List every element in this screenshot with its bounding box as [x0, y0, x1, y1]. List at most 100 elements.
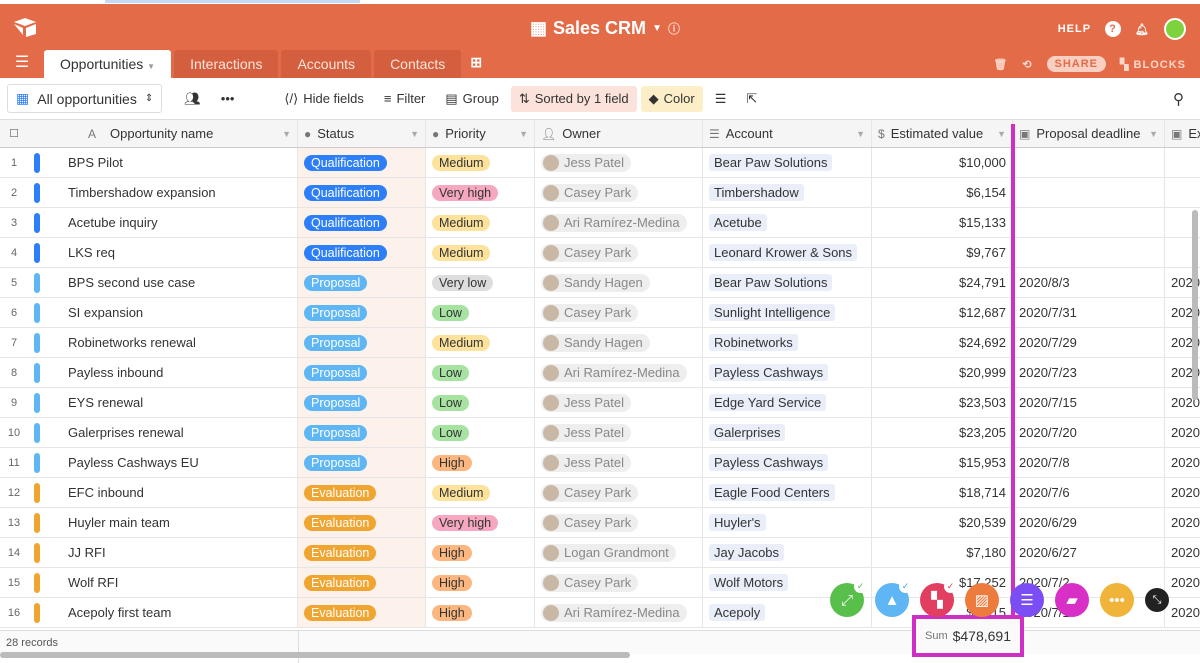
column-header-proposal-deadline[interactable]: ▣ Proposal deadline ▼ [1013, 120, 1165, 147]
table-row[interactable]: 2 Timbershadow expansion Qualification V… [0, 178, 1200, 208]
search-icon[interactable]: ⚲ [1173, 90, 1184, 108]
owner-cell[interactable]: Ari Ramírez-Medina [535, 598, 703, 627]
account-cell[interactable]: Acetube [703, 208, 872, 237]
value-cell[interactable]: $12,687 [872, 298, 1013, 327]
tab-accounts[interactable]: Accounts [281, 50, 372, 78]
name-cell[interactable]: BPS second use case [28, 268, 298, 297]
name-cell[interactable]: JJ RFI [28, 538, 298, 567]
owner-cell[interactable]: Casey Park [535, 238, 703, 267]
linked-record[interactable]: Bear Paw Solutions [709, 274, 833, 291]
name-cell[interactable]: Timbershadow expansion [28, 178, 298, 207]
linked-record[interactable]: Bear Paw Solutions [709, 154, 833, 171]
tab-interactions[interactable]: Interactions [174, 50, 279, 78]
status-cell[interactable]: Proposal [298, 358, 426, 387]
value-cell[interactable]: $9,767 [872, 238, 1013, 267]
table-row[interactable]: 8 Payless inbound Proposal Low Ari Ramír… [0, 358, 1200, 388]
account-cell[interactable]: Jay Jacobs [703, 538, 872, 567]
owner-cell[interactable]: Jess Patel [535, 448, 703, 477]
linked-record[interactable]: Jay Jacobs [709, 544, 785, 561]
hamburger-menu-icon[interactable]: ☰ [0, 52, 44, 78]
status-cell[interactable]: Evaluation [298, 598, 426, 627]
expected-cell[interactable]: 2020 [1165, 568, 1200, 597]
shapes-block-icon[interactable]: ▲ ✓ [875, 580, 912, 617]
status-cell[interactable]: Qualification [298, 238, 426, 267]
blocks-button[interactable]: ▚ BLOCKS [1120, 58, 1186, 71]
account-cell[interactable]: Bear Paw Solutions [703, 268, 872, 297]
value-cell[interactable]: $10,000 [872, 148, 1013, 177]
vertical-scrollbar[interactable] [1192, 210, 1198, 400]
priority-cell[interactable]: Medium [426, 238, 535, 267]
column-header-status[interactable]: ● Status ▼ [298, 120, 426, 147]
filter-button[interactable]: ≡ Filter [376, 86, 433, 111]
status-cell[interactable]: Proposal [298, 418, 426, 447]
expected-cell[interactable]: 2020 [1165, 448, 1200, 477]
linked-record[interactable]: Acepoly [709, 604, 766, 621]
name-cell[interactable]: Payless inbound [28, 358, 298, 387]
chevron-down-icon[interactable]: ▼ [997, 129, 1006, 139]
status-cell[interactable]: Qualification [298, 178, 426, 207]
user-avatar[interactable] [1164, 18, 1186, 40]
table-row[interactable]: 14 JJ RFI Evaluation High Logan Grandmon… [0, 538, 1200, 568]
priority-cell[interactable]: Low [426, 358, 535, 387]
expected-cell[interactable] [1165, 148, 1200, 177]
value-cell[interactable]: $24,791 [872, 268, 1013, 297]
deadline-cell[interactable]: 2020/6/27 [1013, 538, 1165, 567]
expected-cell[interactable]: 2020 [1165, 478, 1200, 507]
table-row[interactable]: 9 EYS renewal Proposal Low Jess Patel Ed… [0, 388, 1200, 418]
more-blocks-icon[interactable]: ••• [1100, 583, 1134, 617]
expand-block-icon[interactable]: ⤢ ✓ [830, 580, 867, 617]
owner-cell[interactable]: Jess Patel [535, 148, 703, 177]
owner-cell[interactable]: Casey Park [535, 478, 703, 507]
name-cell[interactable]: Galerprises renewal [28, 418, 298, 447]
account-cell[interactable]: Galerprises [703, 418, 872, 447]
account-cell[interactable]: Edge Yard Service [703, 388, 872, 417]
account-cell[interactable]: Robinetworks [703, 328, 872, 357]
status-cell[interactable]: Qualification [298, 208, 426, 237]
priority-cell[interactable]: Medium [426, 478, 535, 507]
help-link[interactable]: HELP [1058, 23, 1091, 35]
table-row[interactable]: 5 BPS second use case Proposal Very low … [0, 268, 1200, 298]
deadline-cell[interactable]: 2020/7/29 [1013, 328, 1165, 357]
account-cell[interactable]: Huyler's [703, 508, 872, 537]
deadline-cell[interactable]: 2020/7/15 [1013, 388, 1165, 417]
account-cell[interactable]: Timbershadow [703, 178, 872, 207]
deadline-cell[interactable]: 2020/7/6 [1013, 478, 1165, 507]
name-cell[interactable]: SI expansion [28, 298, 298, 327]
history-icon[interactable]: ⟲ [1022, 58, 1032, 71]
owner-cell[interactable]: Casey Park [535, 508, 703, 537]
help-icon[interactable]: ? [1105, 21, 1122, 37]
owner-cell[interactable]: Sandy Hagen [535, 268, 703, 297]
status-cell[interactable]: Evaluation [298, 508, 426, 537]
account-cell[interactable]: Bear Paw Solutions [703, 148, 872, 177]
linked-record[interactable]: Acetube [709, 214, 767, 231]
linked-record[interactable]: Payless Cashways [709, 364, 829, 381]
priority-cell[interactable]: High [426, 538, 535, 567]
status-cell[interactable]: Qualification [298, 148, 426, 177]
image-block-icon[interactable]: ▨ [965, 583, 999, 617]
add-table-icon[interactable]: ⊞ [470, 54, 482, 78]
table-row[interactable]: 1 BPS Pilot Qualification Medium Jess Pa… [0, 148, 1200, 178]
tab-contacts[interactable]: Contacts [374, 50, 462, 78]
priority-cell[interactable]: High [426, 448, 535, 477]
linked-record[interactable]: Huyler's [709, 514, 766, 531]
table-row[interactable]: 10 Galerprises renewal Proposal Low Jess… [0, 418, 1200, 448]
value-cell[interactable]: $23,503 [872, 388, 1013, 417]
deadline-cell[interactable]: 2020/7/23 [1013, 358, 1165, 387]
priority-cell[interactable]: Medium [426, 328, 535, 357]
column-header-priority[interactable]: ● Priority ▼ [426, 120, 535, 147]
status-cell[interactable]: Proposal [298, 298, 426, 327]
table-row[interactable]: 3 Acetube inquiry Qualification Medium A… [0, 208, 1200, 238]
account-cell[interactable]: Sunlight Intelligence [703, 298, 872, 327]
select-all-checkbox[interactable]: ☐ [0, 120, 28, 147]
expected-cell[interactable]: 2020 [1165, 538, 1200, 567]
account-cell[interactable]: Eagle Food Centers [703, 478, 872, 507]
priority-cell[interactable]: High [426, 598, 535, 627]
name-cell[interactable]: EFC inbound [28, 478, 298, 507]
table-row[interactable]: 4 LKS req Qualification Medium Casey Par… [0, 238, 1200, 268]
owner-cell[interactable]: Jess Patel [535, 418, 703, 447]
column-header-expected[interactable]: ▣Ex [1165, 120, 1200, 147]
priority-cell[interactable]: Very low [426, 268, 535, 297]
owner-cell[interactable]: Casey Park [535, 298, 703, 327]
column-header-estimated-value[interactable]: $ Estimated value ▼ [872, 120, 1013, 147]
expected-cell[interactable]: 2020 [1165, 418, 1200, 447]
